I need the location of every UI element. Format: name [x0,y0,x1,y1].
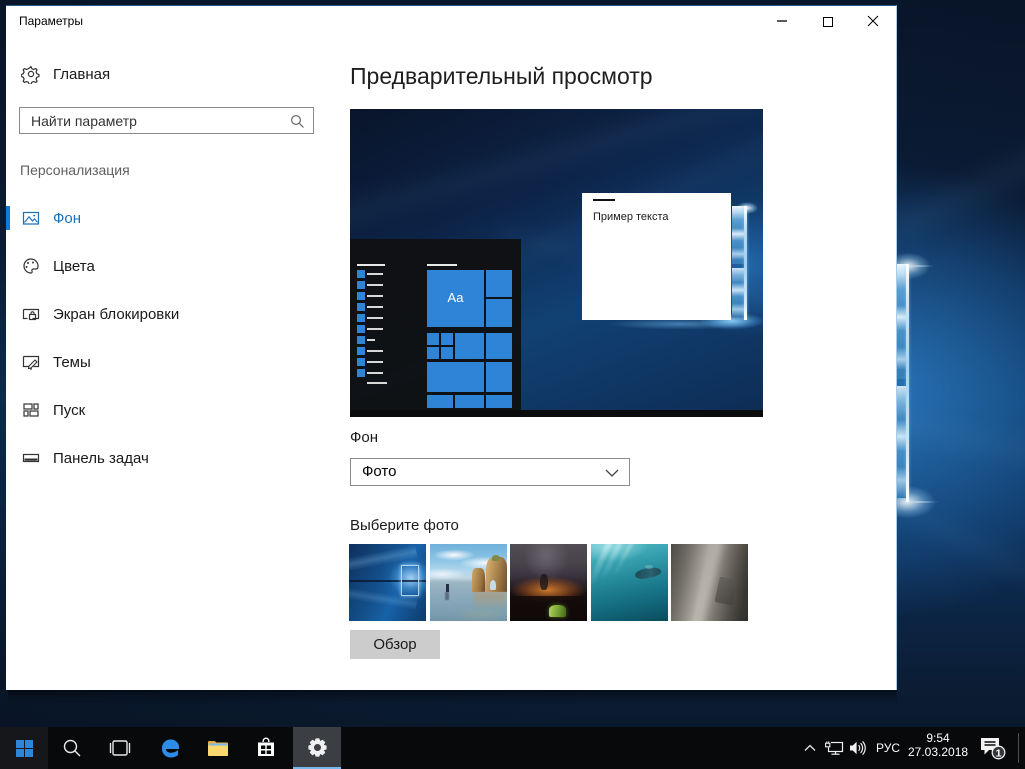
svg-text:1: 1 [996,747,1002,759]
